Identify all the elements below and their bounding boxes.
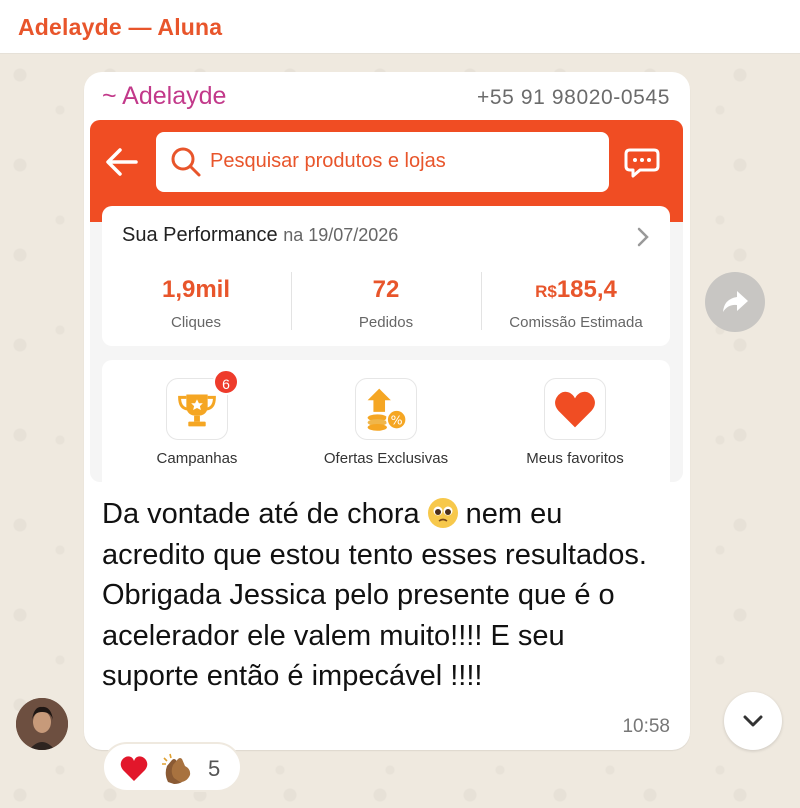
- stat-label: Cliques: [170, 314, 222, 331]
- stat-value: 72: [372, 276, 400, 303]
- search-placeholder: Pesquisar produtos e lojas: [210, 150, 446, 172]
- trophy-tile: 6: [166, 369, 239, 440]
- avatar[interactable]: [16, 698, 68, 750]
- chevron-right-icon: [637, 227, 649, 247]
- stat-value: R$185,4: [535, 276, 617, 303]
- stat-label: Comissão Estimada: [509, 314, 643, 331]
- chat-header: Adelayde — Aluna: [0, 0, 800, 54]
- scroll-down-button[interactable]: [724, 692, 782, 750]
- svg-text:%: %: [391, 412, 403, 427]
- shortcut-favorites: Meus favoritos: [480, 378, 670, 467]
- performance-card: Sua Performance na 19/07/2026 1,9mil Cli…: [102, 206, 670, 346]
- red-heart-icon: [120, 756, 148, 781]
- stat-clicks: 1,9mil Cliques: [102, 276, 290, 331]
- stat-value: 1,9mil: [161, 276, 231, 303]
- reaction-count: 5: [208, 756, 221, 781]
- currency-symbol: R$: [535, 282, 557, 301]
- message-text[interactable]: Da vontade até de chora nem eu acredito …: [102, 494, 662, 697]
- shortcut-campaigns: 6 Campanhas: [102, 369, 292, 467]
- notification-badge: 6: [213, 369, 239, 395]
- pleading-face-icon: [427, 498, 458, 528]
- shared-screenshot[interactable]: Pesquisar produtos e lojas Sua Performan…: [90, 120, 683, 482]
- coins-percent-icon: %: [367, 388, 408, 431]
- search-input: Pesquisar produtos e lojas: [156, 132, 609, 192]
- forward-icon: [723, 291, 748, 312]
- message-time: 10:58: [622, 716, 670, 737]
- forward-button[interactable]: [705, 272, 765, 332]
- search-icon: [171, 147, 201, 177]
- heart-icon: [555, 391, 595, 428]
- shortcut-offers: % Ofertas Exclusivas: [291, 378, 481, 467]
- shortcut-label: Ofertas Exclusivas: [323, 450, 449, 467]
- shortcuts-card: 6 Campanhas % Ofertas Exclusivas Meus fa…: [102, 360, 670, 482]
- shortcut-label: Meus favoritos: [526, 450, 624, 467]
- shortcut-label: Campanhas: [156, 450, 238, 467]
- back-arrow-icon: [106, 148, 138, 176]
- chat-title[interactable]: Adelayde — Aluna: [18, 14, 222, 41]
- stat-orders: 72 Pedidos: [292, 276, 480, 331]
- stat-label: Pedidos: [358, 314, 414, 331]
- sender-phone[interactable]: +55 91 98020-0545: [477, 86, 670, 110]
- chat-bubbles-icon: [624, 148, 660, 178]
- stat-commission: R$185,4 Comissão Estimada: [482, 276, 670, 331]
- performance-title: Sua Performance na 19/07/2026: [122, 224, 399, 246]
- reactions-pill[interactable]: 5: [102, 742, 242, 792]
- offers-tile: %: [355, 378, 417, 440]
- clapping-hands-icon: [162, 753, 191, 784]
- performance-date: na 19/07/2026: [283, 225, 399, 245]
- favorites-tile: [544, 378, 606, 440]
- chevron-down-icon: [743, 715, 763, 727]
- sender-name[interactable]: ~ Adelayde: [102, 82, 226, 111]
